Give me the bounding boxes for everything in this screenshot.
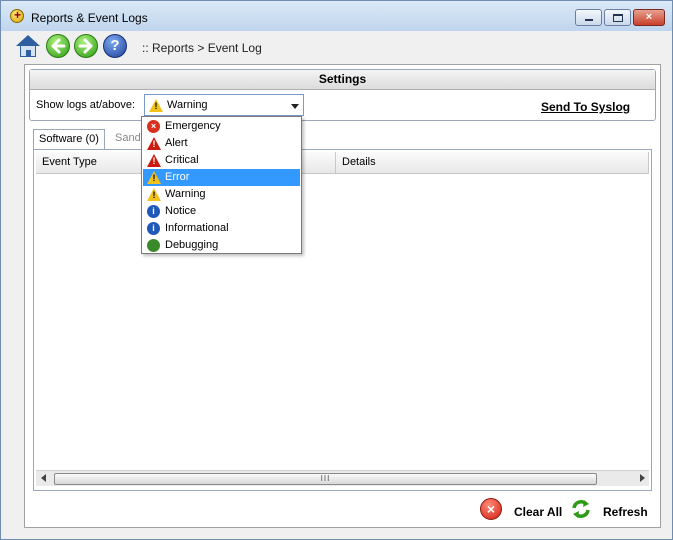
settings-header: Settings [30, 70, 655, 90]
send-to-syslog-link[interactable]: Send To Syslog [541, 100, 630, 114]
warning-icon: ! [147, 188, 161, 201]
option-label: Emergency [165, 120, 221, 132]
close-button[interactable]: × [633, 9, 665, 26]
scrollbar-thumb[interactable]: III [54, 473, 597, 485]
breadcrumb: :: Reports > Event Log [142, 41, 262, 55]
option-label: Debugging [165, 239, 219, 251]
option-debugging[interactable]: Debugging [143, 237, 300, 254]
clear-icon: × [480, 498, 502, 520]
event-table: Event Type Details III [33, 149, 652, 491]
maximize-icon [613, 14, 623, 22]
option-critical[interactable]: ! Critical [143, 152, 300, 169]
option-emergency[interactable]: × Emergency [143, 118, 300, 135]
informational-icon: i [147, 222, 160, 235]
option-error[interactable]: ! Error [143, 169, 300, 186]
minimize-button[interactable] [575, 9, 602, 26]
close-icon: × [645, 11, 653, 23]
error-icon: ! [147, 171, 161, 184]
event-log-window: Reports & Event Logs × ? :: Reports > Ev… [0, 0, 673, 540]
forward-arrow-icon[interactable] [74, 34, 98, 58]
option-label: Critical [165, 154, 199, 166]
option-label: Warning [165, 188, 206, 200]
home-icon[interactable] [15, 34, 41, 58]
refresh-label: Refresh [603, 505, 648, 519]
option-warning[interactable]: ! Warning [143, 186, 300, 203]
main-panel: Settings Show logs at/above: ! Warning S… [24, 64, 661, 528]
maximize-button[interactable] [604, 9, 631, 26]
shield-icon [10, 8, 24, 23]
footer-actions: × Clear All Refresh [25, 495, 660, 527]
tab-software[interactable]: Software (0) [33, 129, 105, 150]
notice-icon: i [147, 205, 160, 218]
emergency-icon: × [147, 120, 160, 133]
option-informational[interactable]: i Informational [143, 220, 300, 237]
window-title: Reports & Event Logs [31, 11, 148, 25]
option-label: Notice [165, 205, 197, 217]
alert-icon: ! [147, 137, 161, 150]
option-label: Error [165, 171, 190, 183]
chevron-down-icon[interactable] [291, 104, 299, 109]
log-level-select[interactable]: ! Warning [144, 94, 304, 116]
show-logs-label: Show logs at/above: [36, 99, 136, 111]
critical-icon: ! [147, 154, 161, 167]
back-arrow-icon[interactable] [46, 34, 70, 58]
selected-level: Warning [167, 99, 208, 111]
help-icon[interactable]: ? [103, 34, 127, 58]
option-notice[interactable]: i Notice [143, 203, 300, 220]
option-label: Alert [165, 137, 188, 149]
refresh-button[interactable]: Refresh [570, 498, 650, 524]
title-bar[interactable]: Reports & Event Logs × [1, 1, 672, 31]
debugging-icon [147, 239, 160, 252]
column-header-details[interactable]: Details [336, 152, 649, 174]
clear-all-button[interactable]: × Clear All [480, 498, 565, 524]
scroll-right-icon[interactable] [640, 474, 645, 482]
settings-section: Settings Show logs at/above: ! Warning S… [29, 69, 656, 121]
refresh-icon [570, 498, 592, 520]
warning-icon: ! [149, 99, 163, 112]
option-alert[interactable]: ! Alert [143, 135, 300, 152]
minimize-icon [585, 19, 593, 21]
log-level-dropdown: × Emergency ! Alert ! Critical ! Error !… [141, 116, 302, 254]
clear-all-label: Clear All [514, 505, 563, 519]
horizontal-scrollbar[interactable]: III [36, 470, 649, 486]
option-label: Informational [165, 222, 229, 234]
scroll-left-icon[interactable] [41, 474, 46, 482]
